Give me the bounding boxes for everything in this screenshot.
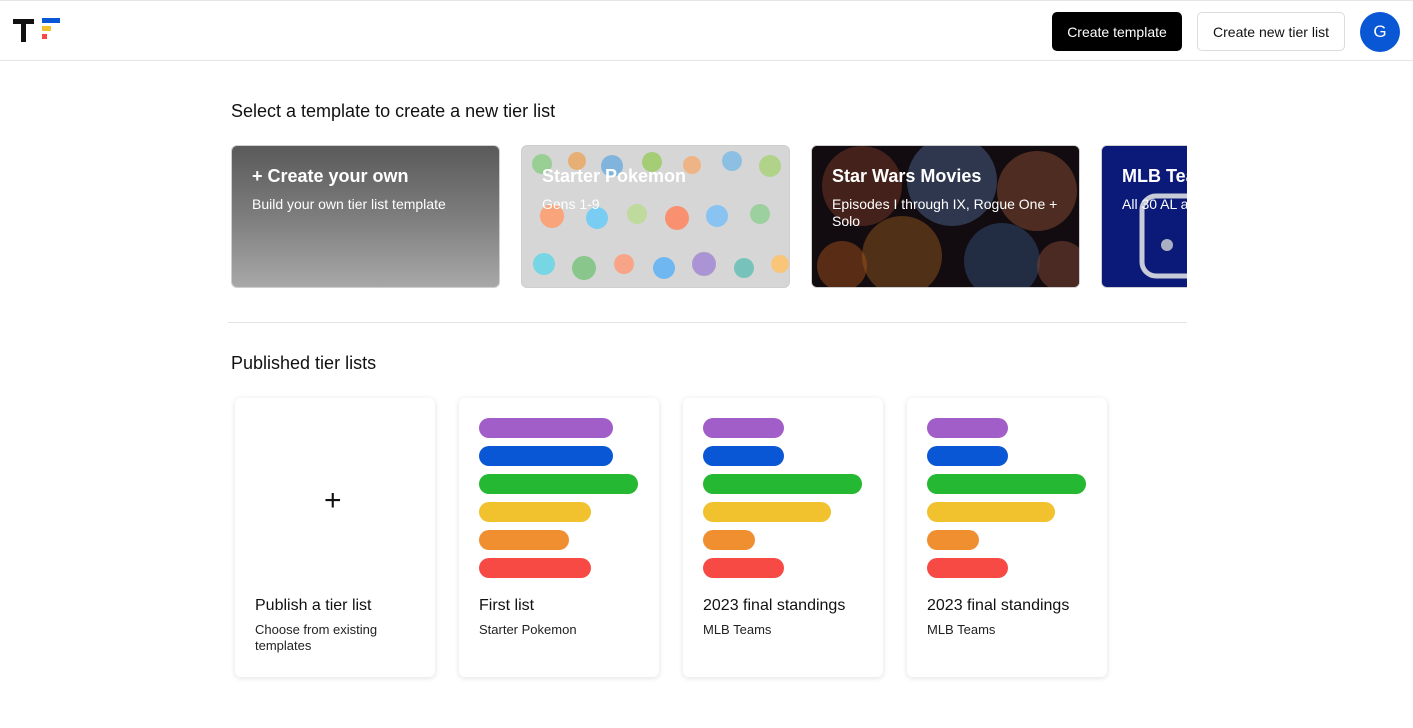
templates-section-title: Select a template to create a new tier l… xyxy=(231,101,556,121)
tier-bar xyxy=(927,502,1055,522)
tier-bar xyxy=(703,558,784,578)
tier-bar xyxy=(703,418,784,438)
template-card-mlb-teams[interactable]: MLB Teams All 30 AL and NL teams xyxy=(1101,145,1187,288)
tier-bar xyxy=(479,502,591,522)
tier-bar xyxy=(703,474,862,494)
tierlist-logo-icon[interactable] xyxy=(13,16,61,44)
tier-bar xyxy=(479,418,613,438)
published-section-title: Published tier lists xyxy=(231,353,377,373)
publish-tier-list-card[interactable]: + Publish a tier list Choose from existi… xyxy=(235,398,435,677)
tier-bar xyxy=(927,474,1086,494)
template-card-subtitle: Gens 1-9 xyxy=(542,196,600,212)
template-card-subtitle: All 30 AL and NL teams xyxy=(1122,196,1187,212)
published-list-card[interactable]: First list Starter Pokemon xyxy=(459,398,659,677)
list-template-name: MLB Teams xyxy=(927,622,996,637)
list-title: 2023 final standings xyxy=(927,597,1070,614)
publish-card-title: Publish a tier list xyxy=(255,597,372,614)
tier-preview xyxy=(703,418,862,586)
list-template-name: Starter Pokemon xyxy=(479,622,577,637)
template-card-starter-pokemon[interactable]: Starter Pokemon Gens 1-9 xyxy=(521,145,790,288)
tier-preview xyxy=(479,418,638,586)
tier-preview xyxy=(927,418,1086,586)
create-template-button[interactable]: Create template xyxy=(1052,12,1182,51)
section-divider xyxy=(228,322,1187,323)
template-card-subtitle: Build your own tier list template xyxy=(252,196,446,212)
template-card-title: MLB Teams xyxy=(1122,166,1187,186)
tier-bar xyxy=(927,446,1008,466)
template-card-create-own[interactable]: + Create your own Build your own tier li… xyxy=(231,145,500,288)
published-list-card[interactable]: 2023 final standings MLB Teams xyxy=(907,398,1107,677)
tier-bar xyxy=(927,418,1008,438)
plus-icon: + xyxy=(324,484,342,517)
tier-bar xyxy=(479,446,613,466)
user-avatar[interactable]: G xyxy=(1360,12,1400,52)
list-title: 2023 final standings xyxy=(703,597,846,614)
create-new-tier-list-button[interactable]: Create new tier list xyxy=(1197,12,1345,51)
tier-bar xyxy=(927,558,1008,578)
tier-bar xyxy=(479,530,569,550)
template-card-title: Starter Pokemon xyxy=(542,166,687,186)
tier-bar xyxy=(703,530,755,550)
list-title: First list xyxy=(479,597,535,614)
tier-bar xyxy=(703,446,784,466)
tier-bar xyxy=(479,474,638,494)
template-card-star-wars-movies[interactable]: Star Wars Movies Episodes I through IX, … xyxy=(811,145,1080,288)
publish-card-subtitle: Choose from existing templates xyxy=(255,622,378,653)
template-card-subtitle: Episodes I through IX, Rogue One + Solo xyxy=(832,196,1058,229)
list-template-name: MLB Teams xyxy=(703,622,772,637)
tier-bar xyxy=(703,502,831,522)
top-navigation-bar: Create template Create new tier list G xyxy=(0,0,1413,61)
published-list-card[interactable]: 2023 final standings MLB Teams xyxy=(683,398,883,677)
template-card-title: + Create your own xyxy=(252,166,409,186)
tier-bar xyxy=(479,558,591,578)
template-carousel[interactable]: + Create your own Build your own tier li… xyxy=(231,145,1187,290)
template-card-title: Star Wars Movies xyxy=(832,166,982,186)
tier-bar xyxy=(927,530,979,550)
